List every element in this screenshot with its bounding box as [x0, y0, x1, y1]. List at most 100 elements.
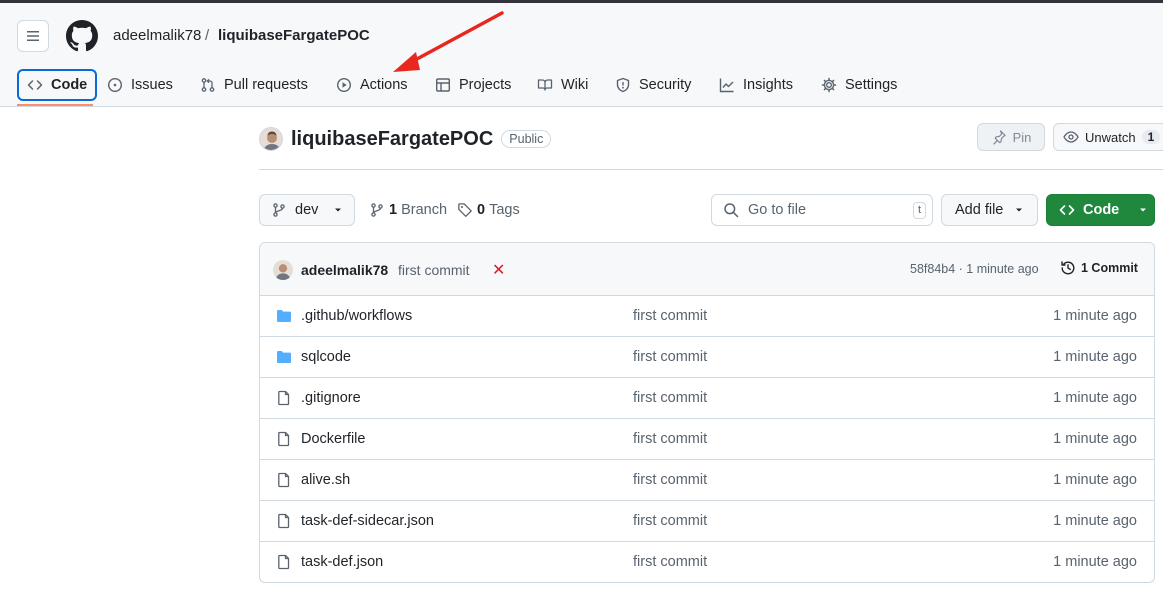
repo-header: adeelmalik78 / liquibaseFargatePOC Code … [0, 3, 1163, 107]
title-divider [259, 169, 1163, 170]
breadcrumb-separator: / [205, 27, 210, 44]
go-to-file-placeholder: Go to file [748, 202, 807, 218]
branch-select-button[interactable]: dev [259, 194, 355, 226]
file-name[interactable]: sqlcode [301, 349, 351, 365]
search-icon [724, 203, 739, 218]
go-to-file-input[interactable]: Go to file t [711, 194, 933, 226]
tab-label: Pull requests [224, 77, 308, 93]
branch-count-label: Branch [401, 202, 448, 218]
file-icon [278, 554, 290, 570]
latest-commit-bar: adeelmalik78 first commit ✕ 58f84b4 · 1 … [260, 243, 1154, 296]
tag-count-label: Tags [489, 202, 520, 218]
file-browser: adeelmalik78 first commit ✕ 58f84b4 · 1 … [259, 242, 1155, 583]
file-name[interactable]: Dockerfile [301, 431, 365, 447]
file-commit-message[interactable]: first commit [633, 349, 707, 365]
breadcrumb-owner[interactable]: adeelmalik78 [113, 27, 201, 44]
branch-icon [273, 203, 285, 217]
code-button[interactable]: Code [1046, 194, 1155, 226]
file-row[interactable]: .github/workflows first commit 1 minute … [260, 296, 1154, 337]
file-row[interactable]: sqlcode first commit 1 minute ago [260, 337, 1154, 378]
file-name[interactable]: alive.sh [301, 472, 350, 488]
tab-label: Security [639, 77, 692, 93]
file-row[interactable]: alive.sh first commit 1 minute ago [260, 460, 1154, 501]
tab-label: Wiki [561, 77, 589, 93]
gear-icon [821, 77, 837, 93]
tags-link[interactable]: 0 Tags [457, 194, 520, 226]
file-commit-message[interactable]: first commit [633, 308, 707, 324]
file-commit-message[interactable]: first commit [633, 390, 707, 406]
issue-icon [107, 77, 123, 93]
tab-insights[interactable]: Insights [711, 69, 801, 101]
tab-label: Code [51, 77, 88, 93]
branch-count: 1 [389, 202, 398, 218]
file-row[interactable]: task-def.json first commit 1 minute ago [260, 542, 1154, 582]
commit-history-link[interactable]: 1 Commit [1060, 260, 1138, 276]
file-icon [278, 513, 290, 529]
book-icon [537, 79, 553, 91]
file-commit-time: 1 minute ago [1053, 472, 1137, 488]
shield-icon [616, 77, 630, 93]
file-commit-message[interactable]: first commit [633, 472, 707, 488]
github-logo-icon[interactable] [66, 20, 98, 52]
chevron-down-icon [335, 208, 342, 212]
tab-wiki[interactable]: Wiki [529, 69, 596, 101]
play-icon [336, 77, 352, 93]
file-commit-time: 1 minute ago [1053, 390, 1137, 406]
graph-icon [719, 78, 734, 93]
branch-icon [371, 203, 383, 217]
tag-count: 0 [477, 202, 486, 218]
hamburger-icon [27, 31, 39, 41]
tab-settings[interactable]: Settings [813, 69, 905, 101]
commit-author[interactable]: adeelmalik78 [301, 262, 388, 278]
eye-icon [1063, 131, 1079, 143]
code-button-label: Code [1083, 202, 1120, 218]
file-commit-time: 1 minute ago [1053, 513, 1137, 529]
keyboard-shortcut-hint: t [912, 202, 926, 219]
file-row[interactable]: .gitignore first commit 1 minute ago [260, 378, 1154, 419]
breadcrumb-repo[interactable]: liquibaseFargatePOC [218, 27, 370, 44]
commit-message[interactable]: first commit [398, 262, 470, 278]
file-commit-time: 1 minute ago [1053, 308, 1137, 324]
annotation-arrow [393, 11, 504, 72]
menu-button[interactable] [17, 20, 49, 52]
visibility-badge: Public [501, 130, 552, 148]
tab-label: Issues [131, 77, 173, 93]
unwatch-button[interactable]: Unwatch 1 [1053, 123, 1163, 151]
watch-counter: 1 [1141, 130, 1161, 144]
history-icon [1061, 261, 1075, 275]
repo-name[interactable]: liquibaseFargatePOC [291, 128, 493, 151]
pull-request-icon [201, 78, 215, 92]
pin-icon [992, 130, 1006, 145]
code-icon [1059, 205, 1075, 215]
tab-pull-requests[interactable]: Pull requests [192, 69, 316, 101]
selected-tab-underline [17, 104, 93, 106]
file-commit-message[interactable]: first commit [633, 554, 707, 570]
branches-link[interactable]: 1 Branch [369, 194, 447, 226]
folder-icon [277, 310, 291, 322]
code-icon [27, 80, 43, 90]
add-file-label: Add file [955, 202, 1004, 218]
file-commit-message[interactable]: first commit [633, 513, 707, 529]
pin-label: Pin [1012, 129, 1032, 145]
chevron-down-icon [1016, 208, 1023, 212]
file-commit-message[interactable]: first commit [633, 431, 707, 447]
file-row[interactable]: task-def-sidecar.json first commit 1 min… [260, 501, 1154, 542]
repo-title: liquibaseFargatePOC Public [259, 125, 552, 153]
branch-name: dev [295, 202, 319, 218]
file-name[interactable]: task-def-sidecar.json [301, 513, 434, 529]
file-icon [278, 390, 290, 406]
pin-button[interactable]: Pin [977, 123, 1045, 151]
file-name[interactable]: .gitignore [301, 390, 361, 406]
tab-issues[interactable]: Issues [99, 69, 181, 101]
commit-hash-time[interactable]: 58f84b4 · 1 minute ago [910, 262, 1039, 276]
avatar[interactable] [259, 127, 283, 151]
add-file-button[interactable]: Add file [941, 194, 1038, 226]
commit-status-failed-icon[interactable]: ✕ [492, 260, 505, 280]
tag-icon [458, 203, 472, 217]
tab-code[interactable]: Code [17, 69, 98, 101]
file-name[interactable]: task-def.json [301, 554, 383, 570]
file-row[interactable]: Dockerfile first commit 1 minute ago [260, 419, 1154, 460]
commit-author-avatar[interactable] [273, 260, 293, 280]
tab-security[interactable]: Security [607, 69, 699, 101]
file-name[interactable]: .github/workflows [301, 308, 412, 324]
